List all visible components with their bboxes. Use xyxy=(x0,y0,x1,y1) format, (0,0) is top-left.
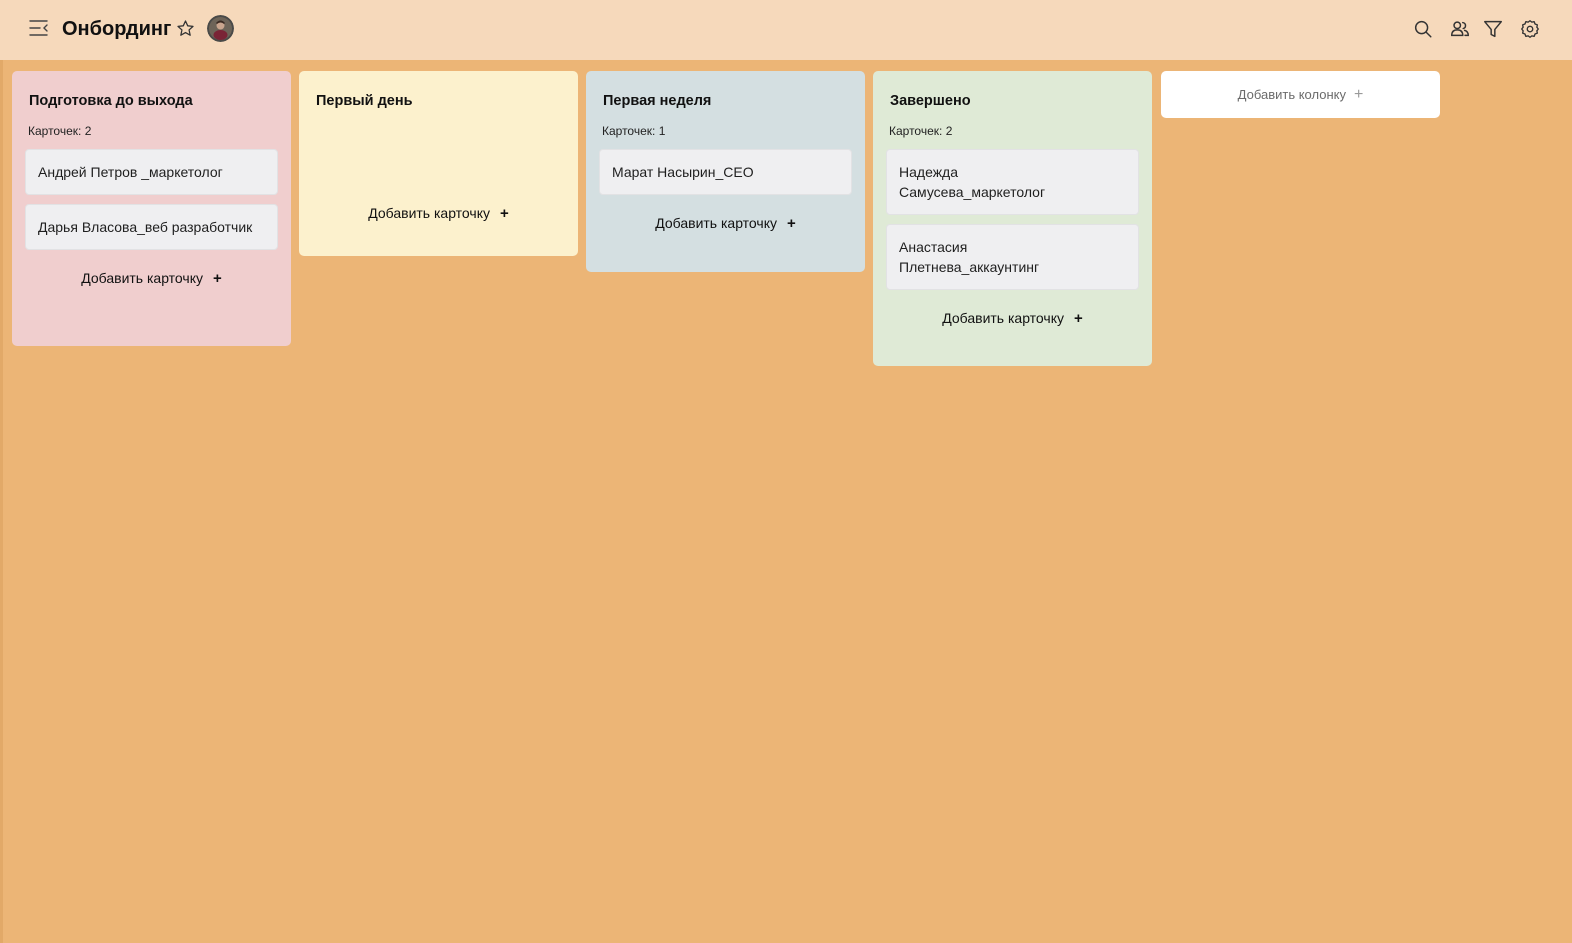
avatar[interactable] xyxy=(207,15,234,42)
column-done: Завершено Карточек: 2 Надежда Самусева_м… xyxy=(873,71,1152,366)
card-list: Андрей Петров _маркетолог Дарья Власова_… xyxy=(25,149,278,250)
column-title: Завершено xyxy=(890,93,971,109)
page-title: Онбординг xyxy=(62,18,172,40)
plus-icon: + xyxy=(1353,86,1364,103)
plus-icon: + xyxy=(500,205,509,222)
column-preparation: Подготовка до выхода Карточек: 2 Андрей … xyxy=(12,71,291,346)
column-title: Подготовка до выхода xyxy=(29,93,193,109)
add-card-button[interactable]: Добавить карточку + xyxy=(886,308,1139,329)
plus-icon: + xyxy=(787,215,796,232)
column-first-day: Первый день Добавить карточку + xyxy=(299,71,578,256)
left-edge-strip xyxy=(0,60,3,943)
plus-icon: + xyxy=(213,270,222,287)
add-card-label: Добавить карточку xyxy=(942,310,1064,326)
filter-icon[interactable] xyxy=(1482,18,1504,40)
add-card-button[interactable]: Добавить карточку + xyxy=(312,203,565,224)
column-card-count: Карточек: 2 xyxy=(28,124,92,138)
column-title: Первая неделя xyxy=(603,93,712,109)
search-icon[interactable] xyxy=(1412,18,1434,40)
plus-icon: + xyxy=(1074,310,1083,327)
card[interactable]: Надежда Самусева_маркетолог xyxy=(886,149,1139,215)
top-bar: Онбординг xyxy=(0,0,1572,60)
column-card-count: Карточек: 1 xyxy=(602,124,666,138)
gear-icon[interactable] xyxy=(1519,18,1541,40)
add-column-button[interactable]: Добавить колонку + xyxy=(1161,71,1440,118)
card-list: Марат Насырин_CEO xyxy=(599,149,852,195)
add-column-label: Добавить колонку xyxy=(1237,87,1346,102)
menu-collapse-icon[interactable] xyxy=(27,16,51,40)
column-card-count: Карточек: 2 xyxy=(889,124,953,138)
add-card-label: Добавить карточку xyxy=(81,270,203,286)
add-card-label: Добавить карточку xyxy=(368,205,490,221)
card[interactable]: Анастасия Плетнева_аккаунтинг xyxy=(886,224,1139,290)
star-icon[interactable] xyxy=(176,19,195,38)
card-list: Надежда Самусева_маркетолог Анастасия Пл… xyxy=(886,149,1139,290)
add-card-label: Добавить карточку xyxy=(655,215,777,231)
users-icon[interactable] xyxy=(1449,18,1471,40)
add-card-button[interactable]: Добавить карточку + xyxy=(25,268,278,289)
card[interactable]: Андрей Петров _маркетолог xyxy=(25,149,278,195)
column-first-week: Первая неделя Карточек: 1 Марат Насырин_… xyxy=(586,71,865,272)
add-card-button[interactable]: Добавить карточку + xyxy=(599,213,852,234)
card[interactable]: Дарья Власова_веб разработчик xyxy=(25,204,278,250)
card[interactable]: Марат Насырин_CEO xyxy=(599,149,852,195)
column-title: Первый день xyxy=(316,93,413,109)
